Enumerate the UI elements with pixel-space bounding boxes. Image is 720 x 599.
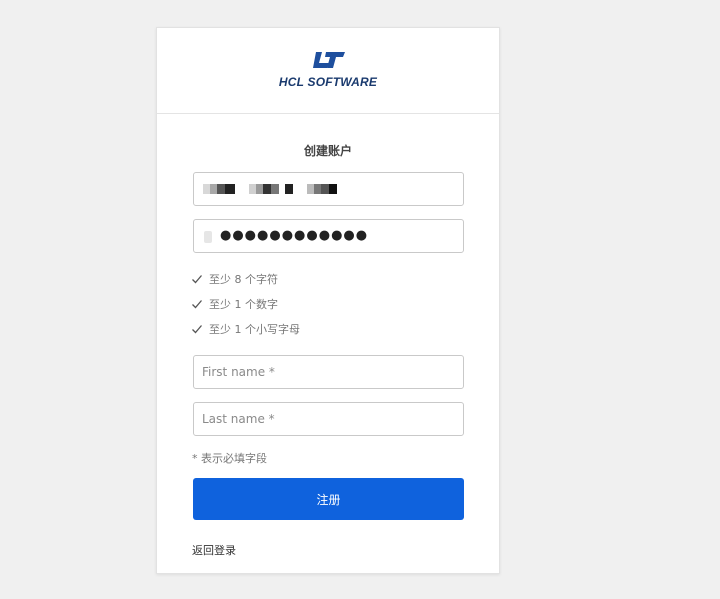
- email-field[interactable]: [193, 172, 464, 206]
- last-name-input[interactable]: [194, 403, 463, 435]
- check-icon: [192, 275, 202, 284]
- password-value: ●●●●●●●●●●●●: [220, 228, 369, 243]
- check-icon: [192, 325, 202, 334]
- lock-icon: [204, 231, 212, 243]
- password-field[interactable]: ●●●●●●●●●●●●: [193, 219, 464, 253]
- required-hint: * 表示必填字段: [192, 452, 267, 465]
- rule-label: 至少 1 个小写字母: [209, 323, 300, 336]
- page-title: 创建账户: [303, 144, 352, 158]
- password-rule-lowercase: 至少 1 个小写字母: [191, 321, 300, 337]
- brand-name: HCL SOFTWARE: [278, 75, 378, 89]
- last-name-field[interactable]: [193, 402, 464, 436]
- card-header: HCL SOFTWARE: [157, 28, 499, 114]
- first-name-field[interactable]: [193, 355, 464, 389]
- password-rule-min-length: 至少 8 个字符: [191, 271, 278, 287]
- check-icon: [192, 300, 202, 309]
- redacted-email-value: [203, 183, 337, 195]
- rule-label: 至少 1 个数字: [209, 298, 278, 311]
- hcl-logo-icon: [313, 52, 345, 68]
- register-button[interactable]: 注册: [193, 478, 464, 520]
- back-to-login-link[interactable]: 返回登录: [192, 542, 236, 558]
- password-rule-digit: 至少 1 个数字: [191, 296, 278, 312]
- signup-card: HCL SOFTWARE 创建账户 ●●●●●●●●●●●● 至少 8 个字符 …: [156, 27, 500, 574]
- first-name-input[interactable]: [194, 356, 463, 388]
- rule-label: 至少 8 个字符: [209, 273, 278, 286]
